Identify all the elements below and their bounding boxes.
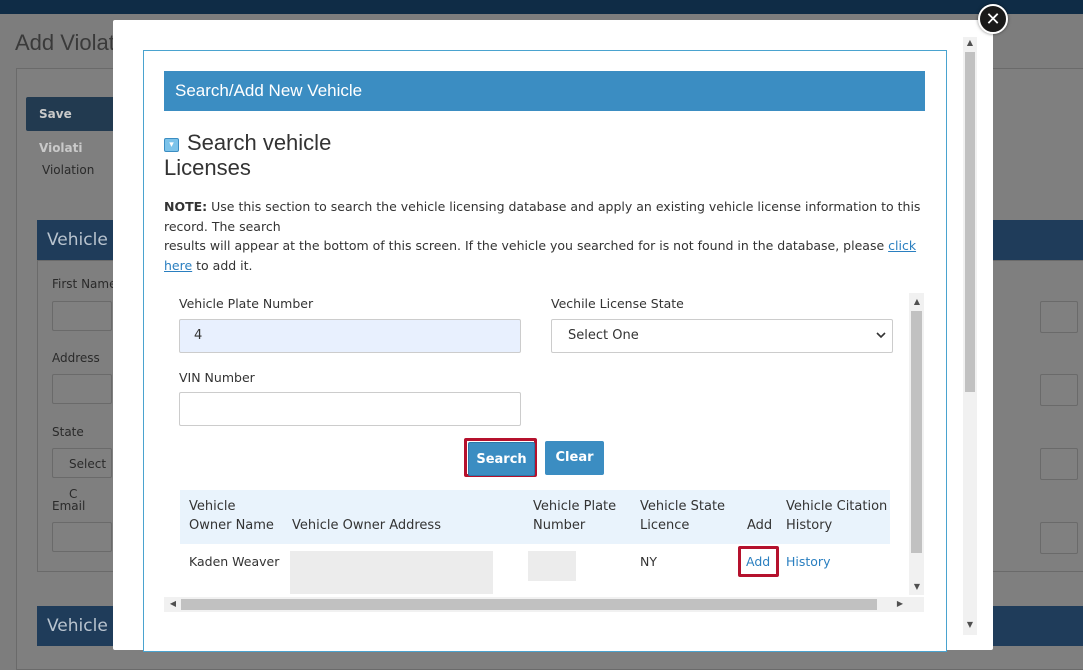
first-name-label: First Name <box>52 277 117 291</box>
note-label: NOTE: <box>164 199 208 214</box>
owner-name-cell: Kaden Weaver <box>189 554 280 569</box>
note-text: NOTE: Use this section to search the veh… <box>164 197 929 275</box>
close-icon[interactable]: ✕ <box>978 4 1008 34</box>
right-field-2[interactable] <box>1040 374 1078 406</box>
license-state-select[interactable]: Select One <box>551 319 893 353</box>
scroll-down-icon[interactable]: ▼ <box>963 620 977 630</box>
clear-button[interactable]: Clear <box>545 441 604 475</box>
note-text-2: results will appear at the bottom of thi… <box>164 238 889 253</box>
page-title: Add Violat <box>15 30 115 55</box>
col-owner-name: Vehicle Owner Name <box>189 499 274 533</box>
search-button[interactable]: Search <box>468 442 535 476</box>
tab-violation[interactable]: Violation <box>42 163 94 177</box>
vin-number-label: VIN Number <box>179 370 255 385</box>
license-state-value: Select One <box>568 328 639 343</box>
right-field-1[interactable] <box>1040 301 1078 333</box>
state-label: State <box>52 425 84 439</box>
plate-number-label: Vehicle Plate Number <box>179 296 314 311</box>
col-state-licence: Vehicle State Licence <box>640 499 726 533</box>
right-field-4[interactable] <box>1040 522 1078 554</box>
vin-number-input[interactable] <box>179 392 521 426</box>
scroll-down-icon[interactable]: ▼ <box>910 582 924 592</box>
state-select[interactable]: Select C <box>52 448 112 501</box>
save-violation-button[interactable]: Save Violati <box>26 97 118 155</box>
modal-header: Search/Add New Vehicle <box>164 71 925 111</box>
address-field[interactable] <box>52 374 112 404</box>
note-text-1: Use this section to search the vehicle l… <box>164 199 921 234</box>
email-field[interactable] <box>52 522 112 552</box>
plate-number-input[interactable]: 4 <box>179 319 521 353</box>
email-label: Email <box>52 499 86 513</box>
add-vehicle-link[interactable]: Add <box>746 554 770 569</box>
owner-address-cell-redacted <box>290 551 493 594</box>
results-vertical-thumb[interactable] <box>911 311 922 553</box>
scroll-up-icon[interactable]: ▲ <box>963 38 977 48</box>
col-plate-number: Vehicle Plate Number <box>533 499 617 533</box>
history-link[interactable]: History <box>786 554 830 569</box>
chevron-down-icon <box>876 320 886 364</box>
right-field-3[interactable] <box>1040 448 1078 480</box>
col-owner-address: Vehicle Owner Address <box>292 518 441 533</box>
plate-number-cell-redacted <box>528 551 576 581</box>
col-citation-history: Vehicle Citation History <box>786 499 888 533</box>
license-state-label: Vechile License State <box>551 296 684 311</box>
scroll-right-icon[interactable]: ▶ <box>893 599 907 609</box>
col-add: Add <box>747 518 773 533</box>
note-text-3: to add it. <box>192 257 253 273</box>
first-name-field[interactable] <box>52 301 112 331</box>
address-label: Address <box>52 351 100 365</box>
modal-scrollbar-thumb[interactable] <box>965 52 975 392</box>
section-title: Search vehicle Licenses <box>164 130 332 180</box>
top-navbar <box>0 0 1083 14</box>
state-licence-cell: NY <box>640 554 657 569</box>
scroll-up-icon[interactable]: ▲ <box>910 297 924 307</box>
results-horizontal-thumb[interactable] <box>181 599 877 610</box>
scroll-left-icon[interactable]: ◀ <box>166 599 180 609</box>
